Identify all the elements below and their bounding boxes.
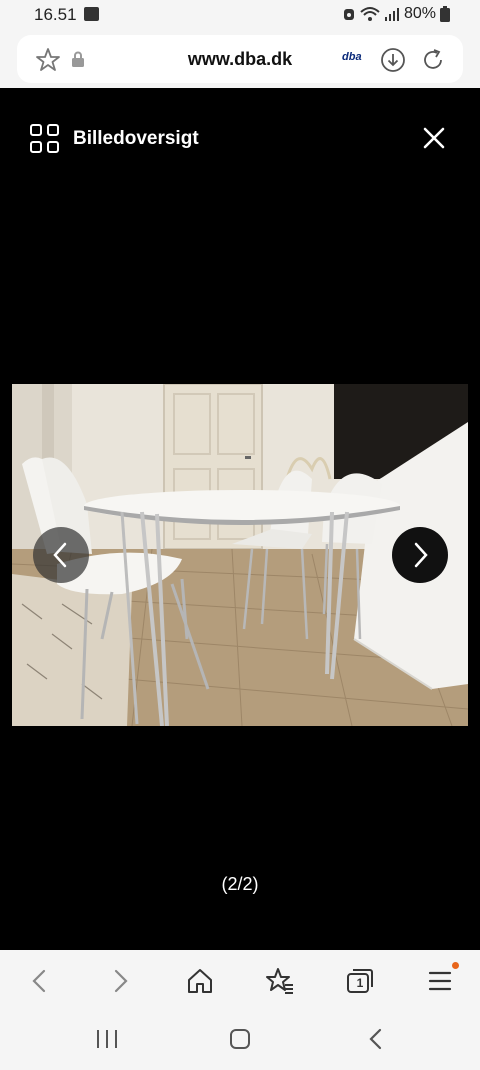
- image-viewer: Billedoversigt (2/2): [0, 88, 480, 950]
- wifi-icon: [360, 7, 380, 21]
- image-counter: (2/2): [221, 874, 259, 894]
- browser-top-bar: www.dba.dk dba: [0, 30, 480, 88]
- tab-count: 1: [356, 976, 364, 990]
- browser-toolbar: 1: [0, 950, 480, 1010]
- chevron-right-icon: [414, 542, 428, 568]
- notification-dot: [452, 962, 459, 969]
- close-icon[interactable]: [422, 126, 446, 150]
- image-overview-button[interactable]: Billedoversigt: [30, 124, 199, 153]
- next-image-button[interactable]: [392, 527, 448, 583]
- recents-icon[interactable]: [94, 1028, 120, 1050]
- forward-icon[interactable]: [104, 965, 136, 997]
- status-bar: 16.51 80%: [0, 0, 480, 30]
- system-home-icon[interactable]: [229, 1028, 251, 1050]
- reload-icon[interactable]: [420, 47, 446, 73]
- viewer-title: Billedoversigt: [73, 127, 199, 149]
- status-time: 16.51: [34, 5, 77, 24]
- grid-icon: [30, 124, 59, 153]
- bookmarks-icon[interactable]: [264, 965, 296, 997]
- download-icon[interactable]: [380, 47, 406, 73]
- menu-icon[interactable]: [424, 965, 456, 997]
- back-icon[interactable]: [24, 965, 56, 997]
- system-navigation-bar: [0, 1010, 480, 1070]
- site-badge: dba: [342, 51, 362, 63]
- battery-percent: 80%: [403, 5, 436, 22]
- tabs-button[interactable]: 1: [344, 965, 376, 997]
- chevron-left-icon: [53, 542, 67, 568]
- system-back-icon[interactable]: [366, 1028, 386, 1050]
- previous-image-button[interactable]: [33, 527, 89, 583]
- gallery-notification-icon: [84, 7, 99, 21]
- address-bar[interactable]: www.dba.dk dba: [17, 35, 463, 83]
- alarm-icon: [343, 9, 354, 20]
- battery-icon: [440, 6, 450, 22]
- home-icon[interactable]: [184, 965, 216, 997]
- status-indicators: 80%: [342, 5, 450, 23]
- signal-icon: [384, 8, 399, 21]
